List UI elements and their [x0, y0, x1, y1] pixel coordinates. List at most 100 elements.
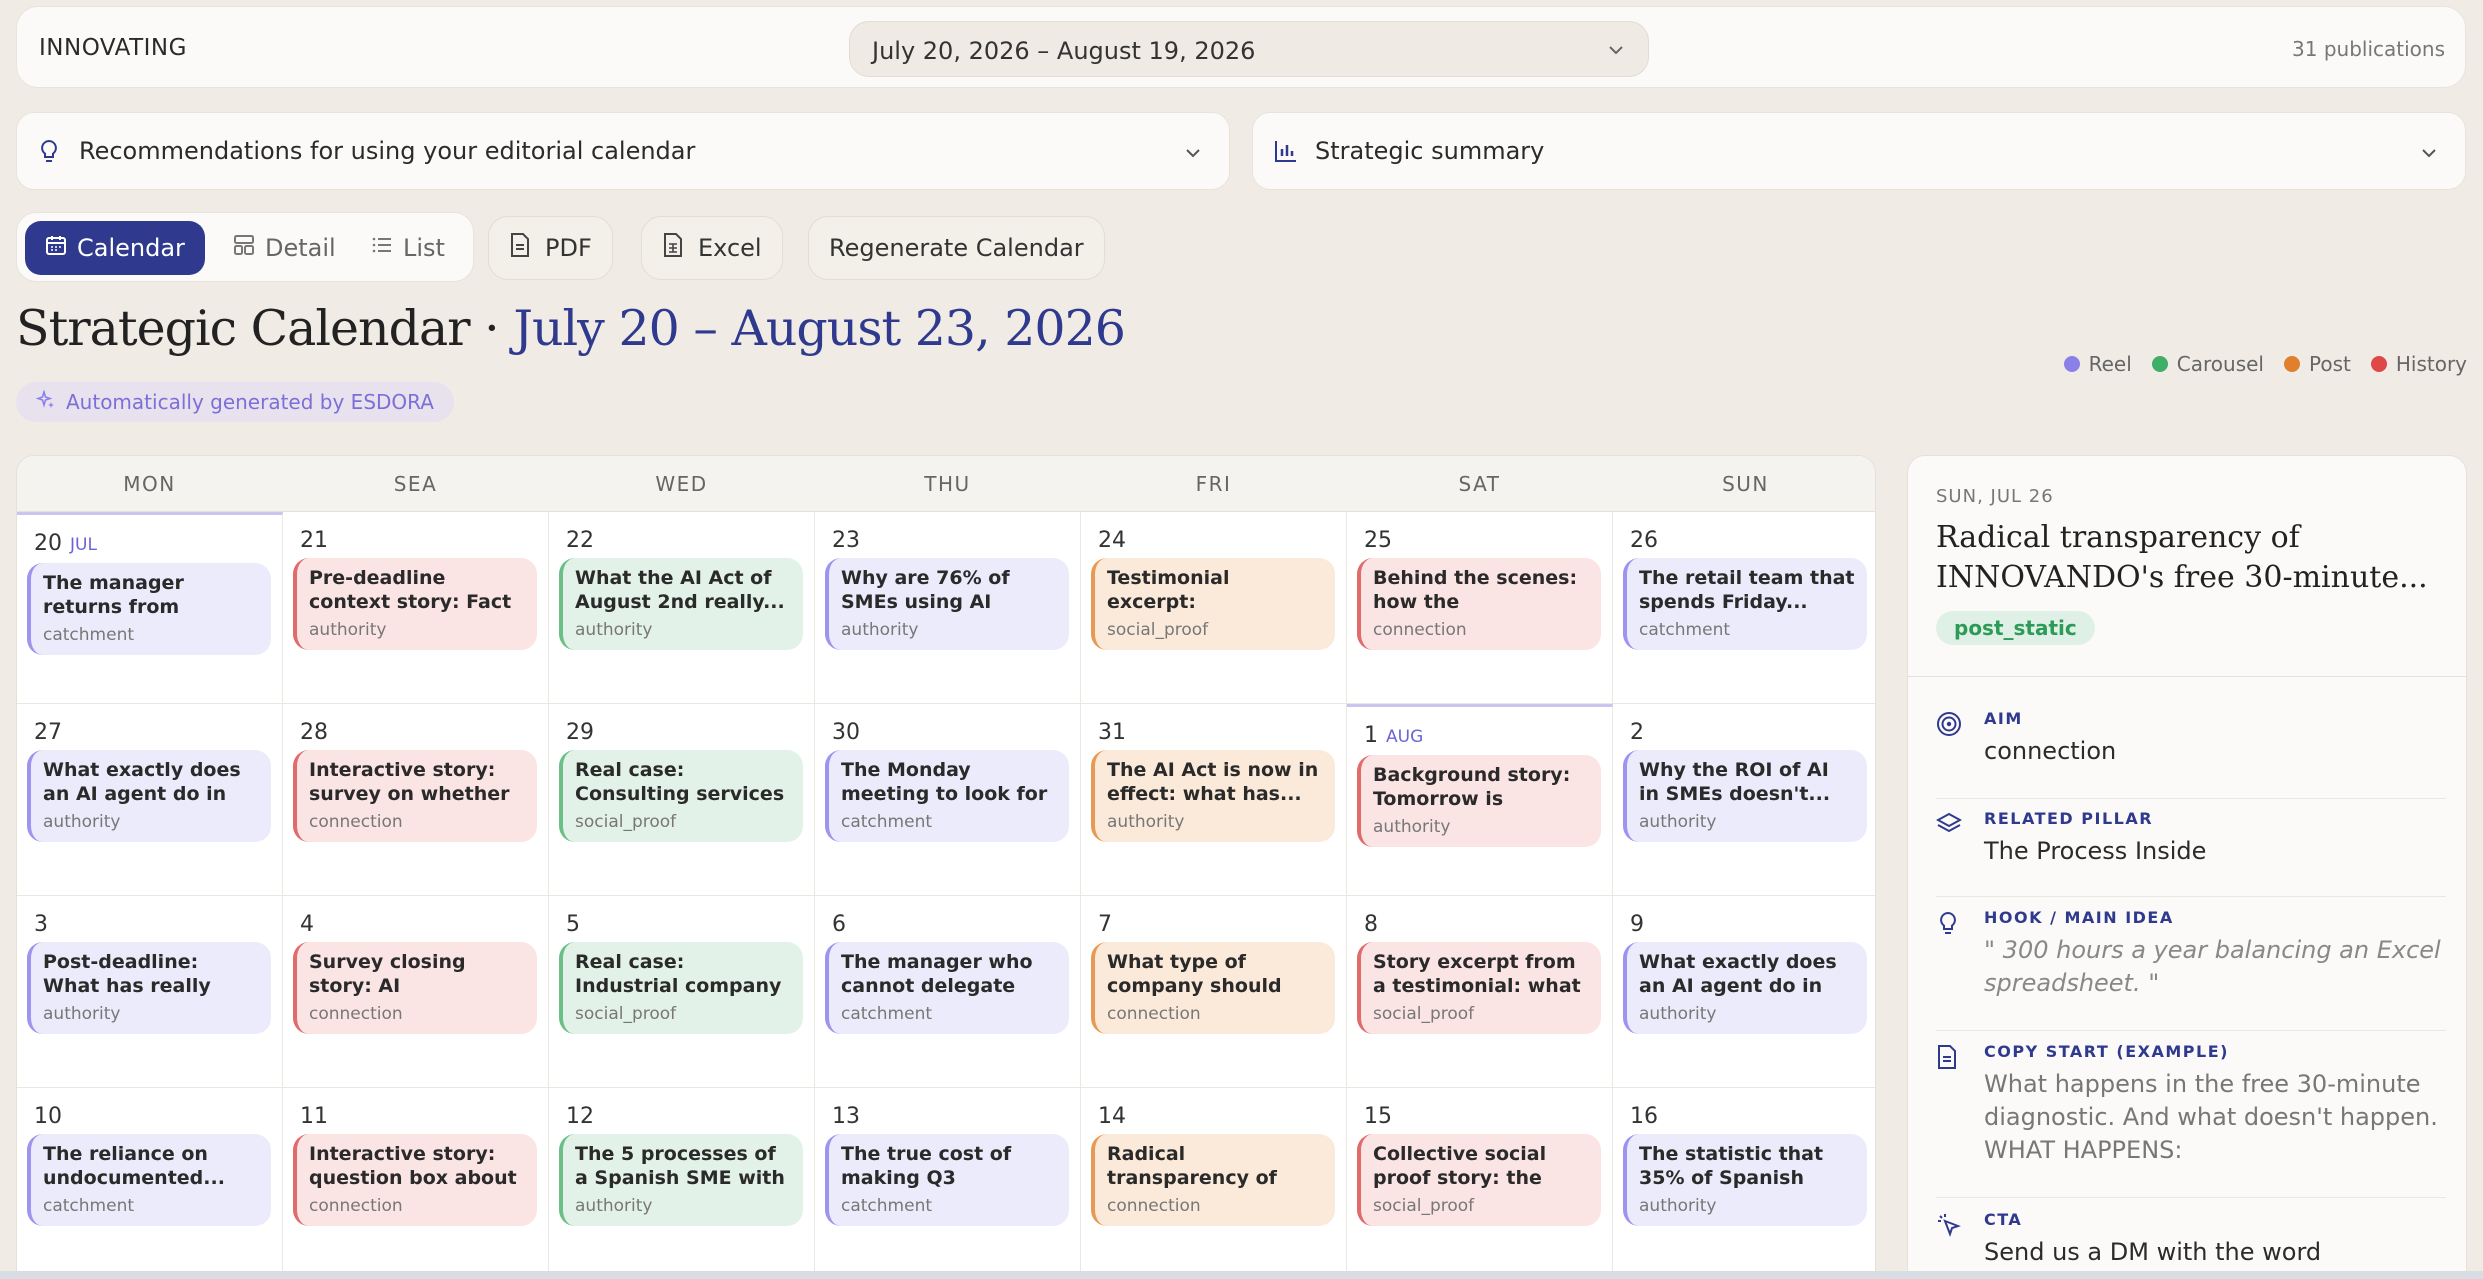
publication-card[interactable]: The statistic that 35% of Spanish SMEs p…	[1623, 1134, 1867, 1226]
publication-card[interactable]: The retail team that spends Friday... cat…	[1623, 558, 1867, 650]
calendar-day-cell[interactable]: 12 The 5 processes of a Spanish SME with …	[549, 1088, 815, 1278]
day-number: 9	[1630, 912, 1644, 937]
calendar-day-cell[interactable]: 16 The statistic that 35% of Spanish SMEs…	[1613, 1088, 1875, 1278]
calendar-day-cell[interactable]: 30 The Monday meeting to look for a piece…	[815, 704, 1081, 896]
publication-card[interactable]: What exactly does an AI agent do in a...…	[1623, 942, 1867, 1034]
day-number-value: 29	[566, 720, 594, 745]
document-icon	[1936, 1044, 1958, 1074]
day-number: 14	[1098, 1104, 1126, 1129]
publication-card[interactable]: Story excerpt from a testimonial: what t…	[1357, 942, 1601, 1034]
publication-card[interactable]: The 5 processes of a Spanish SME with th…	[559, 1134, 803, 1226]
publication-card[interactable]: What type of company should NOT hire... c…	[1091, 942, 1335, 1034]
calendar-day-cell[interactable]: 27 What exactly does an AI agent do in an…	[17, 704, 283, 896]
publication-card[interactable]: Why are 76% of SMEs using AI without... a…	[825, 558, 1069, 650]
publication-category: authority	[1107, 812, 1185, 832]
calendar-day-cell[interactable]: 22 What the AI Act of August 2nd really..…	[549, 512, 815, 704]
copy-value: What happens in the free 30-minute diagn…	[1984, 1070, 2438, 1164]
publication-card[interactable]: The manager who cannot delegate the... ca…	[825, 942, 1069, 1034]
publication-card[interactable]: Post-deadline: What has really changed f…	[27, 942, 271, 1034]
publication-card[interactable]: Why the ROI of AI in SMEs doesn't... auth…	[1623, 750, 1867, 842]
day-number: 28	[300, 720, 328, 745]
publication-card[interactable]: The Monday meeting to look for a piece o…	[825, 750, 1069, 842]
strategic-summary-panel[interactable]: Strategic summary	[1252, 112, 2466, 190]
day-number: 6	[832, 912, 846, 937]
day-number-value: 10	[34, 1104, 62, 1129]
calendar-day-cell[interactable]: 10 The reliance on undocumented... catchme…	[17, 1088, 283, 1278]
calendar-day-cell[interactable]: 21 Pre-deadline context story: Fact of th…	[283, 512, 549, 704]
publication-card[interactable]: Real case: Consulting services company o…	[559, 750, 803, 842]
publication-category: social_proof	[1373, 1004, 1475, 1024]
detail-title: Radical transparency of INNOVANDO's free…	[1936, 520, 2428, 595]
publication-title: The AI Act is now in effect: what has...	[1107, 759, 1319, 805]
publication-card[interactable]: Interactive story: survey on whether th.…	[293, 750, 537, 842]
aim-field: AIM connection	[1936, 709, 2446, 799]
calendar-day-cell[interactable]: 20 JUL The manager returns from vacation a…	[17, 512, 283, 704]
day-number: 12	[566, 1104, 594, 1129]
day-number-value: 6	[832, 912, 846, 937]
publication-card[interactable]: The reliance on undocumented... catchment	[27, 1134, 271, 1226]
copy-label: COPY START (EXAMPLE)	[1984, 1042, 2229, 1061]
calendar-day-cell[interactable]: 3 Post-deadline: What has really changed …	[17, 896, 283, 1088]
calendar-grid: MON SEA WED THU FRI SAT SUN 20 JUL The manager r…	[16, 455, 1876, 1279]
publication-card[interactable]: The manager returns from vacation and...…	[27, 563, 271, 655]
legend-item: Carousel	[2151, 352, 2264, 376]
calendar-day-cell[interactable]: 29 Real case: Consulting services company…	[549, 704, 815, 896]
regenerate-calendar-button[interactable]: Regenerate Calendar	[808, 216, 1105, 280]
calendar-day-cell[interactable]: 28 Interactive story: survey on whether t…	[283, 704, 549, 896]
calendar-day-cell[interactable]: 2 Why the ROI of AI in SMEs doesn't... aut…	[1613, 704, 1875, 896]
publication-card[interactable]: Testimonial excerpt: Professional servic…	[1091, 558, 1335, 650]
publication-category: social_proof	[575, 1004, 677, 1024]
day-number: 13	[832, 1104, 860, 1129]
publication-category: social_proof	[1373, 1196, 1475, 1216]
calendar-day-cell[interactable]: 7 What type of company should NOT hire...…	[1081, 896, 1347, 1088]
day-number-value: 21	[300, 528, 328, 553]
date-range-selector[interactable]: July 20, 2026 – August 19, 2026	[849, 21, 1649, 77]
tab-detail[interactable]: Detail	[213, 221, 356, 275]
tab-calendar[interactable]: Calendar	[25, 221, 205, 275]
excel-button[interactable]: Excel	[641, 216, 783, 280]
day-number-value: 22	[566, 528, 594, 553]
publication-card[interactable]: Collective social proof story: the most.…	[1357, 1134, 1601, 1226]
calendar-day-cell[interactable]: 15 Collective social proof story: the mos…	[1347, 1088, 1613, 1278]
strategic-summary-label: Strategic summary	[1315, 137, 1545, 165]
publication-category: authority	[309, 620, 387, 640]
publication-category: connection	[1107, 1196, 1201, 1216]
publication-card[interactable]: The AI Act is now in effect: what has...…	[1091, 750, 1335, 842]
publication-card[interactable]: Background story: Tomorrow is August... a…	[1357, 755, 1601, 847]
calendar-day-cell[interactable]: 6 The manager who cannot delegate the... c…	[815, 896, 1081, 1088]
publication-card[interactable]: Behind the scenes: how the INNOVANDO... c…	[1357, 558, 1601, 650]
generated-badge: Automatically generated by ESDORA	[16, 382, 454, 422]
publication-card[interactable]: What the AI Act of August 2nd really... a…	[559, 558, 803, 650]
publication-card[interactable]: Radical transparency of INNOVANDO's free…	[1091, 1134, 1335, 1226]
publication-category: authority	[1639, 812, 1717, 832]
calendar-day-cell[interactable]: 8 Story excerpt from a testimonial: what …	[1347, 896, 1613, 1088]
pdf-button[interactable]: PDF	[488, 216, 613, 280]
tab-list[interactable]: List	[351, 221, 465, 275]
calendar-day-cell[interactable]: 31 The AI Act is now in effect: what has.…	[1081, 704, 1347, 896]
publication-card[interactable]: Pre-deadline context story: Fact of the …	[293, 558, 537, 650]
calendar-day-cell[interactable]: 23 Why are 76% of SMEs using AI without..…	[815, 512, 1081, 704]
calendar-day-cell[interactable]: 25 Behind the scenes: how the INNOVANDO..…	[1347, 512, 1613, 704]
target-icon	[1936, 711, 1962, 741]
pdf-label: PDF	[545, 234, 592, 262]
calendar-day-cell[interactable]: 1 AUG Background story: Tomorrow is August…	[1347, 704, 1613, 896]
calendar-day-cell[interactable]: 9 What exactly does an AI agent do in a..…	[1613, 896, 1875, 1088]
pillar-field: RELATED PILLAR The Process Inside	[1935, 809, 2446, 897]
publication-card[interactable]: Interactive story: question box about th…	[293, 1134, 537, 1226]
calendar-day-cell[interactable]: 24 Testimonial excerpt: Professional serv…	[1081, 512, 1347, 704]
calendar-day-cell[interactable]: 11 Interactive story: question box about …	[283, 1088, 549, 1278]
calendar-day-cell[interactable]: 5 Real case: Industrial company of 30 peo…	[549, 896, 815, 1088]
calendar-day-cell[interactable]: 4 Survey closing story: AI governance sur…	[283, 896, 549, 1088]
day-number: 2	[1630, 720, 1644, 745]
calendar-day-cell[interactable]: 13 The true cost of making Q3 decisions..…	[815, 1088, 1081, 1278]
publication-card[interactable]: The true cost of making Q3 decisions... c…	[825, 1134, 1069, 1226]
publication-card[interactable]: What exactly does an AI agent do in an..…	[27, 750, 271, 842]
calendar-day-cell[interactable]: 26 The retail team that spends Friday... c…	[1613, 512, 1875, 704]
publication-card[interactable]: Real case: Industrial company of 30 peop…	[559, 942, 803, 1034]
day-name: WED	[655, 472, 708, 496]
bottom-edge	[0, 1271, 2483, 1279]
recommendations-panel[interactable]: Recommendations for using your editorial…	[16, 112, 1230, 190]
publication-title: Radical transparency of INNOVANDO's free…	[1107, 1143, 1277, 1189]
calendar-day-cell[interactable]: 14 Radical transparency of INNOVANDO's fr…	[1081, 1088, 1347, 1278]
publication-card[interactable]: Survey closing story: AI governance surv…	[293, 942, 537, 1034]
